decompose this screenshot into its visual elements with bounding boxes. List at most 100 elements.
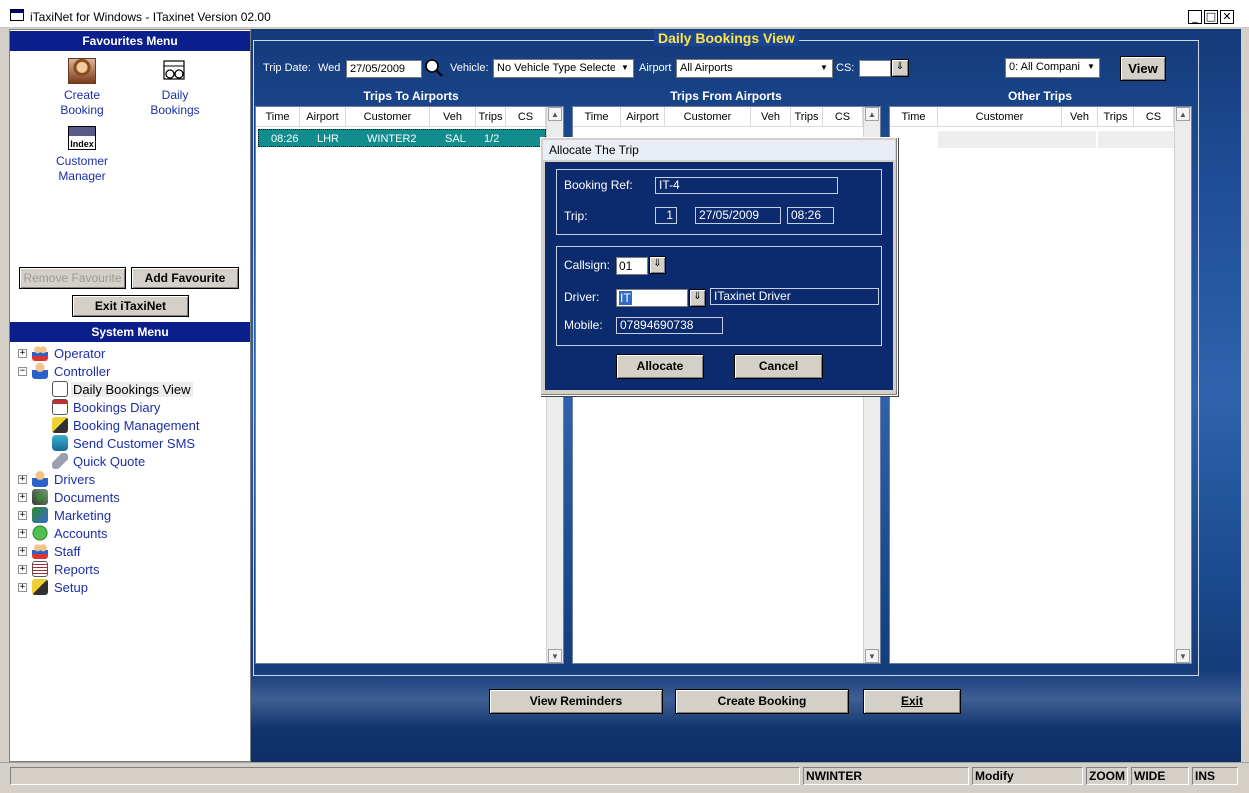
dialog-title: Allocate The Trip <box>543 140 895 160</box>
scrollbar[interactable]: ▲ ▼ <box>1174 107 1191 663</box>
status-message-panel <box>10 767 800 785</box>
close-icon[interactable]: ✕ <box>1220 10 1234 24</box>
view-reminders-button[interactable]: View Reminders <box>489 689 663 714</box>
col-time[interactable]: Time <box>256 107 300 127</box>
view-button[interactable]: View <box>1120 56 1166 81</box>
sms-icon <box>52 435 68 451</box>
scroll-down-icon[interactable]: ▼ <box>865 649 879 663</box>
accounts-icon <box>32 525 48 541</box>
scroll-up-icon[interactable]: ▲ <box>1176 107 1190 121</box>
fav-label-2: Bookings <box>150 103 200 117</box>
col-customer[interactable]: Customer <box>938 107 1062 127</box>
dropdown-arrow-icon[interactable]: ▼ <box>618 61 632 75</box>
exit-button[interactable]: Exit <box>863 689 961 714</box>
calendar-icon <box>52 381 68 397</box>
collapse-icon[interactable]: − <box>18 367 27 376</box>
expand-icon[interactable]: + <box>18 565 27 574</box>
booking-info-group: Booking Ref: IT-4 Trip: 1 27/05/2009 08:… <box>556 169 882 235</box>
expand-icon[interactable]: + <box>18 529 27 538</box>
calendar-glasses-icon <box>161 58 189 84</box>
col-time[interactable]: Time <box>573 107 621 127</box>
fav-create-booking[interactable]: Create Booking <box>54 58 110 118</box>
remove-favourite-button[interactable]: Remove Favourite <box>19 267 126 289</box>
allocate-trip-dialog: Allocate The Trip Booking Ref: IT-4 Trip… <box>540 137 898 396</box>
expand-icon[interactable]: + <box>18 583 27 592</box>
scroll-up-icon[interactable]: ▲ <box>548 107 562 121</box>
cs-picker-icon[interactable]: ⇓ <box>891 59 909 77</box>
status-bar: NWINTER Modify ZOOM WIDE INS <box>0 762 1249 793</box>
expand-icon[interactable]: + <box>18 475 27 484</box>
exit-itaxinet-button[interactable]: Exit iTaxiNet <box>72 295 189 317</box>
expand-icon[interactable]: + <box>18 349 27 358</box>
cs-field[interactable] <box>859 60 891 77</box>
company-select[interactable]: 0: All Compani ▼ <box>1005 58 1100 78</box>
expand-icon[interactable]: + <box>18 493 27 502</box>
minimize-icon[interactable]: _ <box>1188 10 1202 24</box>
col-trips[interactable]: Trips <box>1098 107 1134 127</box>
col-customer[interactable]: Customer <box>346 107 430 127</box>
index-cards-icon: Index <box>68 126 96 150</box>
table-row[interactable]: 08:26 LHR WINTER2 SAL 1/2 <box>258 129 546 147</box>
window-titlebar: iTaxiNet for Windows - ITaxinet Version … <box>0 0 1249 28</box>
col-airport[interactable]: Airport <box>621 107 665 127</box>
cancel-button[interactable]: Cancel <box>734 354 823 379</box>
airport-label: Airport <box>639 62 672 74</box>
fav-daily-bookings[interactable]: Daily Bookings <box>146 58 204 118</box>
status-mode: Modify <box>972 767 1083 785</box>
col-airport[interactable]: Airport <box>300 107 346 127</box>
col-trips[interactable]: Trips <box>791 107 823 127</box>
add-favourite-button[interactable]: Add Favourite <box>131 267 239 289</box>
scroll-down-icon[interactable]: ▼ <box>1176 649 1190 663</box>
favourites-header: Favourites Menu <box>10 31 250 51</box>
fav-label-1: Create <box>63 88 101 102</box>
col-cs[interactable]: CS <box>506 107 546 127</box>
callsign-picker-icon[interactable]: ⇓ <box>649 256 666 274</box>
callsign-input[interactable]: 01 <box>616 257 648 275</box>
driver-code-input[interactable]: IT <box>616 289 688 307</box>
trip-time-field: 08:26 <box>787 207 834 224</box>
col-customer[interactable]: Customer <box>665 107 751 127</box>
create-booking-button[interactable]: Create Booking <box>675 689 849 714</box>
scroll-up-icon[interactable]: ▲ <box>865 107 879 121</box>
vehicle-select[interactable]: No Vehicle Type Selecte ▼ <box>493 59 634 78</box>
trips-from-airports-title: Trips From Airports <box>670 89 782 103</box>
fav-customer-manager[interactable]: Index Customer Manager <box>48 126 116 184</box>
scroll-down-icon[interactable]: ▼ <box>548 649 562 663</box>
staff-icon <box>32 543 48 559</box>
col-time[interactable]: Time <box>890 107 938 127</box>
dropdown-arrow-icon[interactable]: ▼ <box>817 61 831 75</box>
trips-to-airports-title: Trips To Airports <box>363 89 459 103</box>
airport-select[interactable]: All Airports ▼ <box>676 59 833 78</box>
other-trips-title: Other Trips <box>1007 89 1072 103</box>
trip-label: Trip: <box>564 209 588 223</box>
allocate-button[interactable]: Allocate <box>616 354 704 379</box>
airport-value: All Airports <box>680 62 733 74</box>
system-menu-tree: + Operator − Controller Daily Bookings V… <box>18 345 200 595</box>
vehicle-value: No Vehicle Type Selecte <box>497 62 615 74</box>
view-title: Daily Bookings View <box>654 30 799 46</box>
maximize-icon[interactable]: □ <box>1204 10 1218 24</box>
documents-icon <box>32 489 48 505</box>
driver-picker-icon[interactable]: ⇓ <box>689 289 706 307</box>
magnifier-icon[interactable] <box>423 58 445 78</box>
dropdown-arrow-icon[interactable]: ▼ <box>1084 60 1098 74</box>
col-cs[interactable]: CS <box>823 107 863 127</box>
booking-ref-field: IT-4 <box>655 177 838 194</box>
trip-date-field[interactable]: 27/05/2009 <box>346 60 422 78</box>
row-time: 08:26 <box>271 133 299 145</box>
row-veh: SAL <box>445 133 466 145</box>
trip-number-field: 1 <box>655 207 677 224</box>
mobile-field[interactable]: 07894690738 <box>616 317 723 334</box>
expand-icon[interactable]: + <box>18 511 27 520</box>
trip-date-field: 27/05/2009 <box>695 207 781 224</box>
col-cs[interactable]: CS <box>1134 107 1174 127</box>
col-trips[interactable]: Trips <box>476 107 506 127</box>
col-veh[interactable]: Veh <box>1062 107 1098 127</box>
expand-icon[interactable]: + <box>18 547 27 556</box>
col-veh[interactable]: Veh <box>751 107 791 127</box>
management-icon <box>52 417 68 433</box>
status-zoom: ZOOM <box>1086 767 1128 785</box>
trips-to-airports-list[interactable]: Time Airport Customer Veh Trips CS 08:26… <box>255 106 564 664</box>
col-veh[interactable]: Veh <box>430 107 476 127</box>
other-trips-list[interactable]: Time Customer Veh Trips CS ▲ ▼ <box>889 106 1192 664</box>
